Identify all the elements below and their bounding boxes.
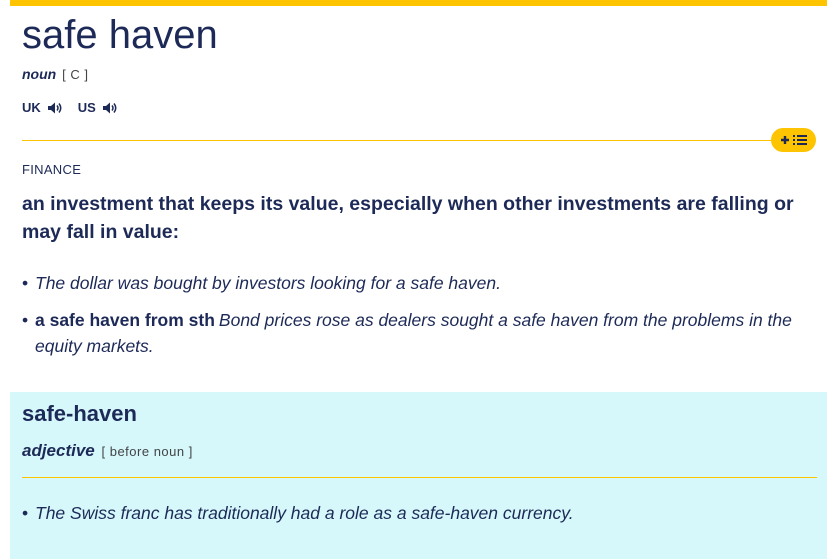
pronunciation-uk-button[interactable]: UK xyxy=(22,98,64,118)
bullet: • xyxy=(22,503,29,523)
related-example-text: The Swiss franc has traditionally had a … xyxy=(35,503,574,523)
speaker-icon[interactable] xyxy=(47,101,64,115)
related-grammar-code: [ before noun ] xyxy=(101,444,193,459)
top-accent-bar xyxy=(10,0,827,6)
grammar-code: [ C ] xyxy=(62,67,89,82)
related-part-of-speech: adjective xyxy=(22,441,95,460)
example-item: • The dollar was bought by investors loo… xyxy=(22,270,817,296)
pronunciation-us-label: US xyxy=(77,100,96,115)
divider-line xyxy=(22,140,782,141)
related-grammar-line: adjective [ before noun ] xyxy=(22,440,193,463)
grammar-line: noun [ C ] xyxy=(22,64,88,85)
pronunciation-us-button[interactable]: US xyxy=(78,98,119,118)
sense-divider xyxy=(22,126,816,156)
example-list: • The dollar was bought by investors loo… xyxy=(22,270,817,370)
example-item: • a safe haven from sth Bond prices rose … xyxy=(22,307,817,359)
speaker-icon[interactable] xyxy=(102,101,119,115)
domain-label: FINANCE xyxy=(22,162,82,177)
list-icon xyxy=(793,135,807,145)
bullet: • xyxy=(22,273,29,293)
related-example: • The Swiss franc has traditionally had … xyxy=(22,500,830,526)
pronunciation-uk-label: UK xyxy=(22,100,41,115)
definition: an investment that keeps its value, espe… xyxy=(22,193,794,243)
pronunciation-row: UK US xyxy=(22,98,119,118)
add-to-word-list-button[interactable] xyxy=(771,128,816,152)
plus-icon xyxy=(781,136,789,144)
dictionary-entry-page: safe haven noun [ C ] UK US FINANCE an i… xyxy=(0,0,833,559)
related-entry-panel: safe-haven adjective [ before noun ] • T… xyxy=(10,392,827,559)
example-text: The dollar was bought by investors looki… xyxy=(35,273,501,293)
related-divider xyxy=(22,477,817,478)
related-headword: safe-haven xyxy=(22,401,137,426)
part-of-speech: noun xyxy=(22,66,57,82)
headword: safe haven xyxy=(22,13,218,57)
collocation: a safe haven from sth xyxy=(35,310,215,330)
bullet: • xyxy=(22,310,29,330)
